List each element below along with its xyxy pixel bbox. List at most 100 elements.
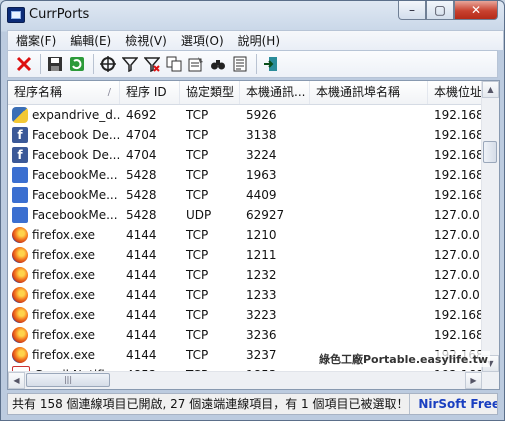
cell-local-address: 192.168 xyxy=(434,148,484,162)
column-label: 程序名稱 xyxy=(14,85,63,99)
cell-protocol: TCP xyxy=(186,148,209,162)
column-local-port-name[interactable]: 本機通訊埠名稱 xyxy=(310,81,428,104)
find-icon xyxy=(211,60,225,70)
menu-edit[interactable]: 編輯(E) xyxy=(66,32,115,49)
connections-list[interactable]: 程序名稱 / 程序 ID 協定類型 本機通訊... 本機通訊埠名稱 本機位址 ex… xyxy=(7,80,500,390)
horizontal-scrollbar[interactable]: ◀ ||| ▶ xyxy=(8,371,482,389)
cell-local-address: 192.168 xyxy=(434,168,484,182)
cell-protocol: TCP xyxy=(186,188,209,202)
table-row[interactable]: FacebookMe... 5428 TCP 4409 192.168 xyxy=(8,185,488,205)
cell-protocol: TCP xyxy=(186,168,209,182)
table-row[interactable]: FacebookMe... 5428 UDP 62927 127.0.0. xyxy=(8,205,488,225)
menu-help[interactable]: 說明(H) xyxy=(234,32,284,49)
column-process-name[interactable]: 程序名稱 / xyxy=(8,81,120,104)
firefox-icon xyxy=(12,327,28,343)
cell-local-port: 3237 xyxy=(246,348,277,362)
html-report-button[interactable] xyxy=(230,54,250,74)
list-rows: expandrive_d... 4692 TCP 5926 192.168 f Facebo… xyxy=(8,105,488,385)
copy-button[interactable] xyxy=(164,54,184,74)
cell-local-port: 1232 xyxy=(246,268,277,282)
toolbar xyxy=(7,50,498,78)
cell-process-id: 4144 xyxy=(126,268,157,282)
cell-local-address: 127.0.0. xyxy=(434,288,484,302)
table-row[interactable]: f Facebook De... 4704 TCP 3138 192.168 xyxy=(8,125,488,145)
table-row[interactable]: FacebookMe... 5428 TCP 1963 192.168 xyxy=(8,165,488,185)
table-row[interactable]: firefox.exe 4144 TCP 1210 127.0.0. xyxy=(8,225,488,245)
table-row[interactable]: firefox.exe 4144 TCP 3236 192.168 xyxy=(8,325,488,345)
cell-process-id: 4144 xyxy=(126,288,157,302)
cell-local-port: 3224 xyxy=(246,148,277,162)
process-name-text: firefox.exe xyxy=(32,308,96,322)
cell-process-id: 4692 xyxy=(126,108,157,122)
cell-protocol: UDP xyxy=(186,208,212,222)
cell-local-port-name xyxy=(310,305,428,325)
cell-protocol: TCP xyxy=(186,308,209,322)
cell-local-port: 1210 xyxy=(246,228,277,242)
scroll-left-button[interactable]: ◀ xyxy=(8,372,25,389)
menu-view[interactable]: 檢視(V) xyxy=(121,32,171,49)
table-row[interactable]: expandrive_d... 4692 TCP 5926 192.168 xyxy=(8,105,488,125)
menu-options[interactable]: 選項(O) xyxy=(177,32,228,49)
refresh-button[interactable] xyxy=(67,54,87,74)
process-name-text: FacebookMe... xyxy=(32,168,118,182)
cell-protocol: TCP xyxy=(186,328,209,342)
target-button[interactable] xyxy=(98,54,118,74)
column-local-address[interactable]: 本機位址 xyxy=(428,81,488,104)
cell-local-port-name xyxy=(310,125,428,145)
title-bar[interactable]: CurrPorts – ▢ ✕ xyxy=(1,1,504,29)
maximize-button[interactable]: ▢ xyxy=(426,1,454,20)
cell-process-id: 4144 xyxy=(126,228,157,242)
table-row[interactable]: firefox.exe 4144 TCP 1211 127.0.0. xyxy=(8,245,488,265)
process-name-text: firefox.exe xyxy=(32,248,96,262)
filter-button[interactable] xyxy=(120,54,140,74)
cell-process-id: 4144 xyxy=(126,308,157,322)
cell-process-name: FacebookMe... xyxy=(8,185,120,205)
scroll-up-button[interactable]: ▲ xyxy=(482,81,499,98)
save-icon xyxy=(48,57,62,71)
column-protocol[interactable]: 協定類型 xyxy=(180,81,240,104)
menu-file[interactable]: 檔案(F) xyxy=(12,32,60,49)
cell-protocol: TCP xyxy=(186,348,209,362)
cell-local-address: 192.168 xyxy=(434,328,484,342)
exit-button[interactable] xyxy=(261,54,281,74)
filter-icon xyxy=(122,57,138,72)
close-connections-button[interactable] xyxy=(14,54,34,74)
horizontal-scroll-thumb[interactable]: ||| xyxy=(26,373,110,387)
exit-icon xyxy=(264,57,277,71)
cell-process-name: firefox.exe xyxy=(8,245,120,265)
table-row[interactable]: firefox.exe 4144 TCP 3223 192.168 xyxy=(8,305,488,325)
table-row[interactable]: firefox.exe 4144 TCP 1232 127.0.0. xyxy=(8,265,488,285)
column-process-id[interactable]: 程序 ID xyxy=(120,81,180,104)
process-name-text: firefox.exe xyxy=(32,228,96,242)
vertical-scroll-thumb[interactable] xyxy=(483,141,497,163)
cell-local-port: 1211 xyxy=(246,248,277,262)
cell-local-address: 127.0.0. xyxy=(434,248,484,262)
cell-local-port-name xyxy=(310,185,428,205)
minimize-button[interactable]: – xyxy=(398,1,426,20)
cell-process-id: 5428 xyxy=(126,208,157,222)
menu-bar: 檔案(F) 編輯(E) 檢視(V) 選項(O) 說明(H) xyxy=(7,30,504,50)
save-button[interactable] xyxy=(45,54,65,74)
properties-button[interactable] xyxy=(186,54,206,74)
process-name-text: firefox.exe xyxy=(32,348,96,362)
process-name-text: FacebookMe... xyxy=(32,208,118,222)
clear-filter-button[interactable] xyxy=(142,54,162,74)
cell-local-port: 1963 xyxy=(246,168,277,182)
currports-window: CurrPorts – ▢ ✕ 檔案(F) 編輯(E) 檢視(V) 選項(O) … xyxy=(0,0,505,421)
table-row[interactable]: firefox.exe 4144 TCP 1233 127.0.0. xyxy=(8,285,488,305)
column-local-port[interactable]: 本機通訊... xyxy=(240,81,310,104)
vertical-scrollbar[interactable]: ▲ ▼ xyxy=(481,81,499,372)
firefox-icon xyxy=(12,307,28,323)
cell-process-name: f Facebook De... xyxy=(8,145,120,165)
cell-local-port-name xyxy=(310,325,428,345)
scroll-right-button[interactable]: ▶ xyxy=(465,372,482,389)
find-button[interactable] xyxy=(208,54,228,74)
close-button[interactable]: ✕ xyxy=(454,1,498,20)
nirsoft-link[interactable]: NirSoft Freeware xyxy=(410,397,497,411)
cell-local-port-name xyxy=(310,145,428,165)
table-row[interactable]: f Facebook De... 4704 TCP 3224 192.168 xyxy=(8,145,488,165)
cell-local-address: 127.0.0. xyxy=(434,208,484,222)
cell-local-port-name xyxy=(310,265,428,285)
properties-target-icon xyxy=(100,56,116,72)
process-name-text: Facebook De... xyxy=(32,128,120,142)
